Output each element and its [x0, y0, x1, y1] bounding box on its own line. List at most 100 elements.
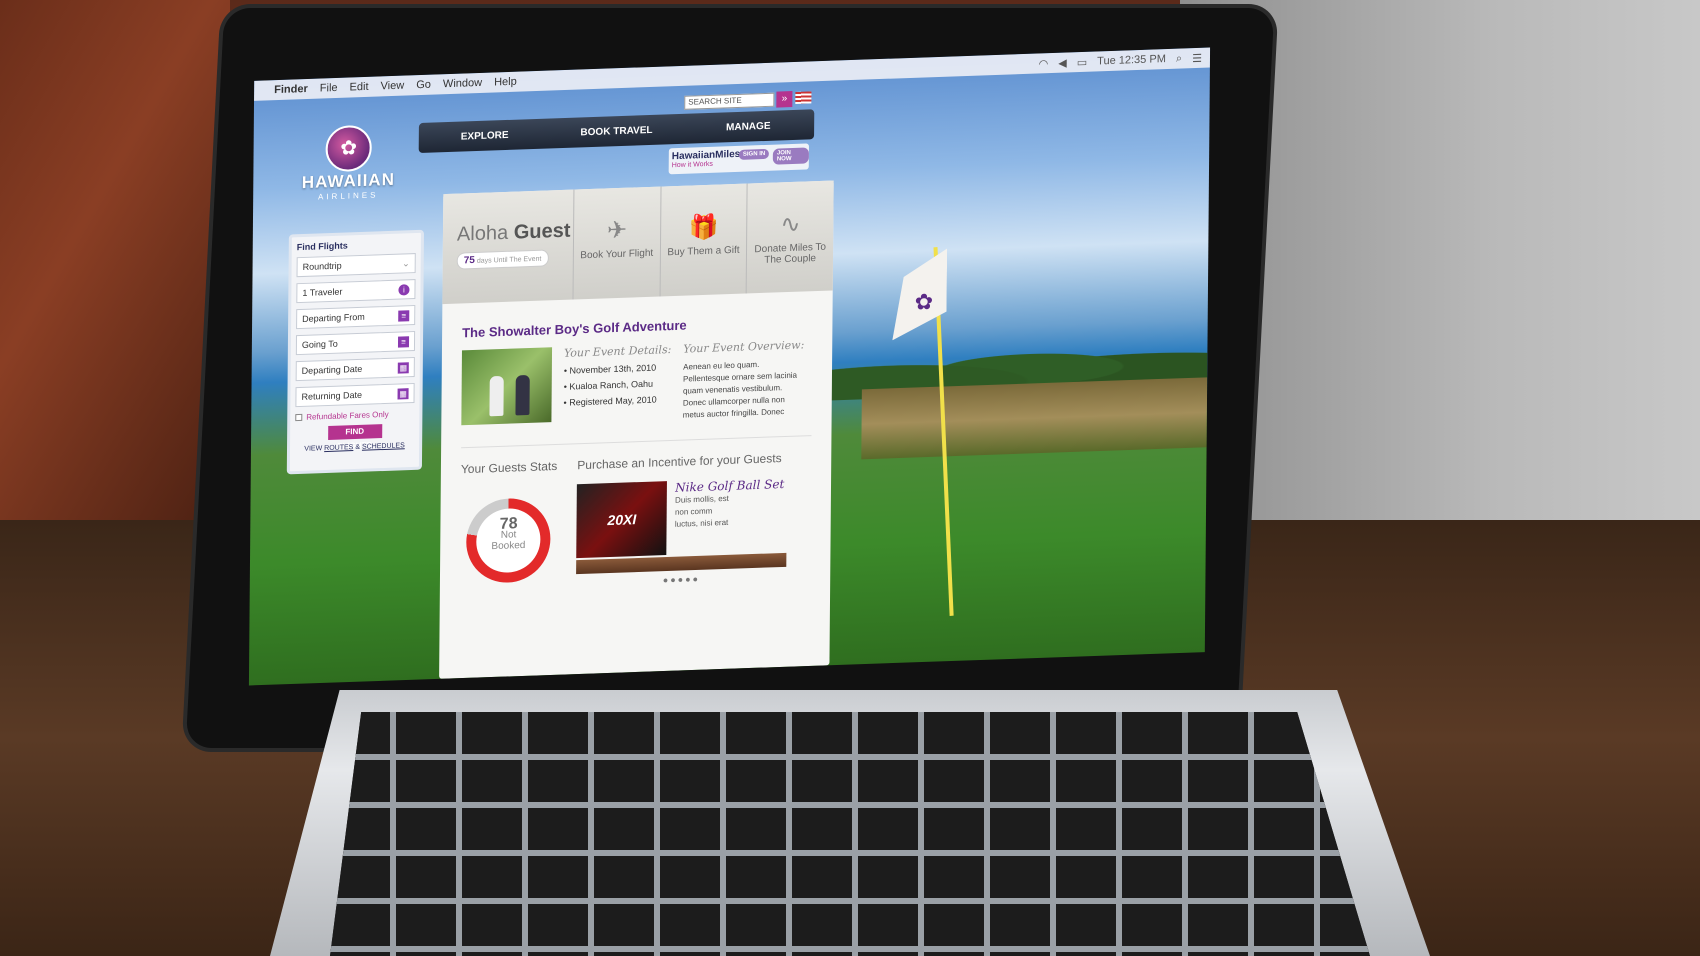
tab-book-flight-label: Book Your Flight	[580, 247, 654, 262]
spotlight-icon[interactable]: ⌕	[1176, 52, 1182, 65]
event-details-heading: Your Event Details:	[563, 343, 672, 360]
nav-manage[interactable]: MANAGE	[682, 119, 814, 135]
airplane-icon: ✈	[606, 216, 628, 245]
menu-view[interactable]: View	[381, 80, 405, 93]
returning-date-placeholder: Returning Date	[301, 389, 363, 402]
nav-explore[interactable]: EXPLORE	[419, 128, 551, 144]
tab-book-flight[interactable]: ✈ Book Your Flight	[572, 186, 661, 300]
departing-date-placeholder: Departing Date	[301, 363, 363, 376]
find-flights-title: Find Flights	[296, 240, 348, 253]
incentive-section: Purchase an Incentive for your Guests 20…	[576, 451, 787, 588]
nav-book-travel[interactable]: BOOK TRAVEL	[551, 123, 683, 139]
event-info: Your Event Details: • November 13th, 201…	[461, 338, 812, 429]
days-label: days Until The Event	[476, 255, 542, 265]
detail-item: • Kualoa Ranch, Oahu	[563, 378, 654, 392]
greeting-guest: Guest	[513, 219, 571, 244]
menu-finder[interactable]: Finder	[274, 83, 308, 96]
wifi-icon[interactable]: ◠	[1039, 57, 1049, 70]
join-now-button[interactable]: JOIN NOW	[772, 147, 809, 165]
aloha-guest-heading: Aloha Guest	[457, 220, 573, 247]
detail-registered: Registered May, 2010	[569, 394, 657, 408]
golf-ball-box[interactable]: 20XI	[576, 481, 668, 559]
laptop-screen: ✿ Finder File Edit View Go Window Help ◠…	[248, 47, 1211, 686]
view-label: VIEW	[304, 445, 323, 453]
going-to-placeholder: Going To	[301, 338, 338, 350]
search-button[interactable]: »	[776, 91, 793, 108]
not-booked-ring: 78 Not Booked	[466, 497, 551, 584]
detail-item: • November 13th, 2010	[563, 362, 657, 376]
menu-file[interactable]: File	[320, 82, 338, 95]
gift-icon: 🎁	[688, 213, 719, 242]
find-flights-button[interactable]: FIND FLIGHTS	[327, 424, 382, 451]
days-count: 75	[463, 254, 475, 267]
logo-name: HAWAIIAN	[301, 169, 396, 193]
travelers-select[interactable]: 1 Traveler i	[296, 279, 416, 304]
tab-donate-miles[interactable]: ∿ Donate Miles To The Couple	[745, 180, 834, 294]
event-title: The Showalter Boy's Golf Adventure	[462, 317, 687, 341]
menu-go[interactable]: Go	[416, 79, 431, 92]
detail-item: • Registered May, 2010	[563, 394, 657, 408]
sign-in-button[interactable]: SIGN IN	[738, 148, 770, 160]
product-info: Nike Golf Ball Set Duis mollis, est non …	[675, 477, 785, 555]
keyboard	[330, 712, 1370, 956]
pualani-icon: ✿	[325, 124, 372, 173]
lower-section: Your Guests Stats 78 Not Booked Purchase a…	[460, 450, 811, 592]
golfers-photo	[461, 347, 553, 426]
chevron-down-icon: ⌄	[402, 257, 410, 269]
refundable-label: Refundable Fares Only	[306, 409, 389, 422]
action-tabs: Aloha Guest 75 days Until The Event ✈ Boo…	[442, 180, 834, 305]
event-overview-text: Aenean eu leo quam. Pellentesque ornare …	[682, 359, 798, 420]
info-icon[interactable]: i	[398, 283, 410, 296]
departing-date-field[interactable]: Departing Date ▦	[295, 356, 415, 382]
amp-label: &	[355, 443, 361, 451]
detail-date: November 13th, 2010	[569, 362, 657, 376]
volume-icon[interactable]: ◀	[1058, 56, 1067, 69]
incentive-heading: Purchase an Incentive for your Guests	[577, 451, 782, 473]
guest-stats-heading: Your Guests Stats	[460, 458, 558, 477]
ring-center: 78 Not Booked	[476, 507, 541, 574]
checkbox-box[interactable]	[295, 413, 303, 422]
trip-type-value: Roundtrip	[302, 260, 342, 272]
carousel-dots[interactable]: ●●●●●	[576, 571, 786, 588]
tab-buy-gift[interactable]: 🎁 Buy Them a Gift	[659, 183, 747, 297]
list-icon[interactable]: ≡	[398, 309, 410, 322]
schedules-link[interactable]: SCHEDULES	[362, 442, 405, 450]
product-card[interactable]: 20XI Nike Golf Ball Set Duis mollis, est…	[576, 477, 788, 559]
hawaiian-logo[interactable]: ✿ HAWAIIAN AIRLINES	[293, 124, 404, 203]
trip-type-select[interactable]: Roundtrip ⌄	[296, 253, 416, 278]
tab-donate-miles-label: Donate Miles To The Couple	[754, 241, 827, 266]
miles-icon: ∿	[780, 210, 801, 239]
aloha-guest: Aloha Guest 75 days Until The Event	[442, 190, 573, 304]
departing-from-field[interactable]: Departing From ≡	[296, 305, 416, 330]
departing-from-placeholder: Departing From	[302, 311, 365, 324]
booked-label: Booked	[491, 539, 526, 553]
battery-icon[interactable]: ▭	[1077, 55, 1088, 68]
product-name[interactable]: Nike Golf Ball Set	[675, 477, 784, 495]
event-details: Your Event Details: • November 13th, 201…	[563, 343, 672, 426]
menu-help[interactable]: Help	[494, 76, 517, 89]
detail-location: Kualoa Ranch, Oahu	[569, 378, 654, 392]
clock[interactable]: Tue 12:35 PM	[1097, 53, 1166, 68]
flag-logo-icon: ✿	[914, 288, 934, 315]
returning-date-field[interactable]: Returning Date ▦	[295, 382, 415, 408]
calendar-icon[interactable]: ▦	[397, 361, 409, 374]
divider	[461, 435, 812, 449]
days-until-badge: 75 days Until The Event	[456, 249, 549, 270]
notifications-icon[interactable]: ☰	[1192, 51, 1202, 64]
find-flights-widget: Find Flights Roundtrip ⌄ 1 Traveler i Depa…	[286, 229, 425, 475]
wooden-shelf	[0, 0, 230, 520]
greeting-aloha: Aloha	[456, 221, 509, 246]
cliff	[861, 377, 1208, 460]
us-flag-icon[interactable]	[795, 91, 812, 104]
tab-buy-gift-label: Buy Them a Gift	[667, 244, 740, 259]
search-input[interactable]: SEARCH SITE	[684, 92, 775, 110]
menu-window[interactable]: Window	[443, 77, 482, 90]
going-to-field[interactable]: Going To ≡	[295, 331, 416, 356]
list-icon[interactable]: ≡	[397, 335, 410, 348]
event-panel: Aloha Guest 75 days Until The Event ✈ Boo…	[439, 180, 834, 679]
menu-edit[interactable]: Edit	[350, 81, 369, 94]
calendar-icon[interactable]: ▦	[397, 387, 409, 400]
not-label: Not	[500, 529, 517, 541]
routes-link[interactable]: ROUTES	[324, 444, 353, 452]
refundable-checkbox[interactable]: Refundable Fares Only	[295, 409, 414, 422]
